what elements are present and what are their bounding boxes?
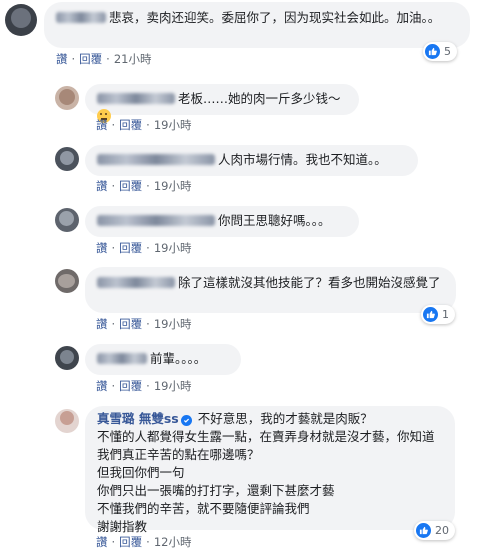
- comment-text: 人肉市場行情。我也不知道。。: [218, 152, 387, 167]
- avatar[interactable]: [55, 269, 79, 293]
- like-link[interactable]: 讚: [96, 379, 108, 393]
- timestamp[interactable]: 19小時: [154, 118, 192, 132]
- comment-line: 謝謝指教: [97, 519, 148, 534]
- comment-actions: 讚 · 回覆 · 19小時: [96, 379, 192, 393]
- reaction-number: 20: [435, 524, 449, 537]
- comment-line: 但我回你們一句: [97, 465, 185, 480]
- like-reaction-icon: [416, 523, 431, 538]
- comment-bubble: 前輩。。。。: [85, 344, 241, 375]
- timestamp[interactable]: 19小時: [154, 241, 192, 255]
- comment-actions: 讚 · 回覆 · 21小時: [56, 52, 152, 66]
- blurred-author-name[interactable]: [97, 353, 147, 364]
- comment-text: 悲哀，卖肉还迎笑。委屈你了，因为现实社会如此。加油。。: [109, 10, 441, 25]
- avatar[interactable]: [55, 208, 79, 232]
- comment-actions: 讚 · 回覆 · 19小時: [96, 179, 192, 193]
- like-link[interactable]: 讚: [96, 317, 108, 331]
- comment-bubble: 真雪璐 無雙ss 不好意思，我的才藝就是肉販？ 不懂的人都覺得女生露一點，在賣弄…: [85, 406, 455, 534]
- comment-actions: 讚 · 回覆 · 19小時: [96, 241, 192, 255]
- comment-actions: 讚 · 回覆 · 19小時: [96, 118, 192, 132]
- like-link[interactable]: 讚: [96, 118, 108, 132]
- reply-link[interactable]: 回覆: [79, 52, 102, 66]
- comment-actions: 讚 · 回覆 · 12小時: [96, 535, 192, 549]
- comment-line: 不好意思，我的才藝就是肉販？: [197, 411, 373, 426]
- avatar[interactable]: [5, 4, 37, 36]
- comment-bubble: 你問王思聰好嗎。。。: [85, 206, 359, 237]
- comment-bubble: 除了這樣就沒其他技能了？看多也開始沒感覺了: [85, 267, 456, 313]
- avatar[interactable]: [55, 147, 79, 171]
- like-reaction-icon: [423, 307, 438, 322]
- reply-link[interactable]: 回覆: [119, 379, 142, 393]
- comment-actions: 讚 · 回覆 · 19小時: [96, 317, 192, 331]
- blurred-author-name[interactable]: [97, 154, 215, 165]
- timestamp[interactable]: 12小時: [154, 535, 192, 549]
- comment-text: 除了這樣就沒其他技能了？看多也開始沒感覺了: [178, 275, 441, 290]
- like-reaction-icon: [425, 44, 440, 59]
- comment-text: ……她的肉一斤多少钱～: [203, 91, 341, 106]
- timestamp[interactable]: 19小時: [154, 379, 192, 393]
- comment-name-tail: 老板: [178, 91, 204, 106]
- like-link[interactable]: 讚: [96, 535, 108, 549]
- blurred-author-name[interactable]: [56, 12, 106, 23]
- comment-text: 你問王思聰好嗎。。。: [218, 213, 331, 228]
- avatar[interactable]: [55, 409, 79, 433]
- timestamp[interactable]: 19小時: [154, 179, 192, 193]
- comment-text: 前輩。。。。: [150, 351, 207, 366]
- blurred-author-name[interactable]: [97, 277, 175, 288]
- like-link[interactable]: 讚: [56, 52, 68, 66]
- blurred-author-name[interactable]: [97, 215, 215, 226]
- reaction-number: 1: [442, 308, 449, 321]
- avatar[interactable]: [55, 86, 79, 110]
- avatar[interactable]: [55, 346, 79, 370]
- reaction-count[interactable]: 1: [421, 305, 455, 324]
- comment-line: 你們只出一張嘴的打打字，還剩下甚麼才藝: [97, 483, 335, 498]
- reply-link[interactable]: 回覆: [119, 179, 142, 193]
- verified-badge-icon: [180, 415, 192, 426]
- reaction-number: 5: [444, 45, 451, 58]
- reply-link[interactable]: 回覆: [119, 317, 142, 331]
- reaction-count[interactable]: 5: [423, 42, 457, 61]
- reply-link[interactable]: 回覆: [119, 535, 142, 549]
- comment-line: 不懂的人都覺得女生露一點，在賣弄身材就是沒才藝，你知道我們真正辛苦的點在哪邊嗎？: [97, 429, 435, 462]
- reaction-count[interactable]: 20: [414, 521, 455, 540]
- comment-bubble: 悲哀，卖肉还迎笑。委屈你了，因为现实社会如此。加油。。: [44, 2, 470, 48]
- comment-line: 不懂我們的辛苦，就不要隨便評論我們: [97, 501, 310, 516]
- timestamp[interactable]: 19小時: [154, 317, 192, 331]
- like-link[interactable]: 讚: [96, 179, 108, 193]
- comment-bubble: 老板……她的肉一斤多少钱～: [85, 84, 359, 123]
- comment-bubble: 人肉市場行情。我也不知道。。: [85, 145, 418, 176]
- timestamp[interactable]: 21小時: [114, 52, 152, 66]
- like-link[interactable]: 讚: [96, 241, 108, 255]
- reply-link[interactable]: 回覆: [119, 241, 142, 255]
- reply-link[interactable]: 回覆: [119, 118, 142, 132]
- author-name[interactable]: 真雪璐 無雙ss: [97, 411, 179, 426]
- blurred-author-name[interactable]: [97, 93, 175, 104]
